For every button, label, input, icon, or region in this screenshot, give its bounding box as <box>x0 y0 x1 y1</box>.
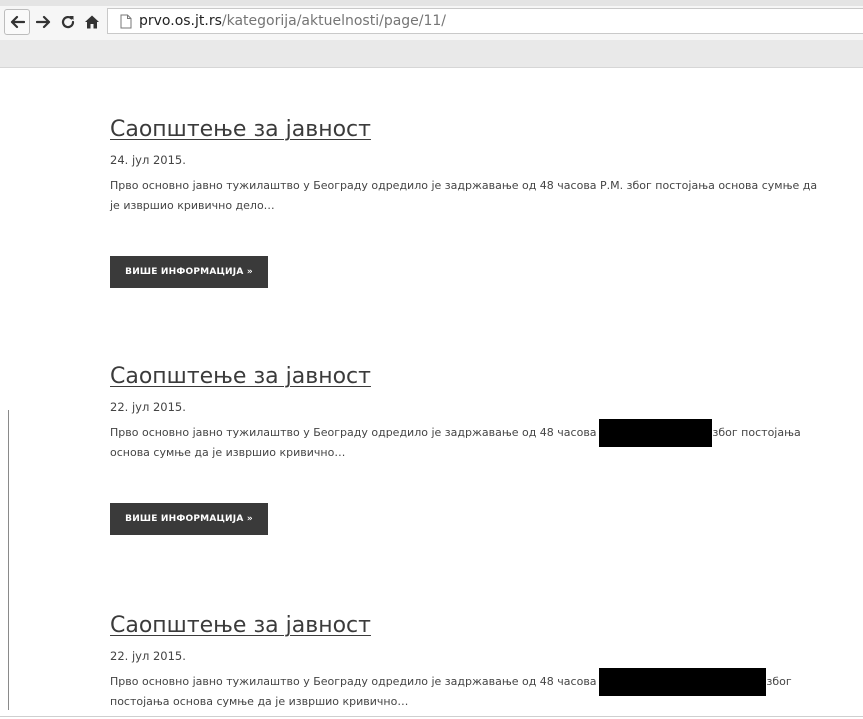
back-button[interactable] <box>4 9 30 35</box>
post-date: 24. јул 2015. <box>110 153 186 167</box>
url-path: /kategorija/aktuelnosti/page/11/ <box>221 13 447 29</box>
post-item: Саопштење за јавност 22. јул 2015. Прво … <box>110 613 863 712</box>
redaction-block <box>598 419 712 447</box>
excerpt-line: Прво основно јавно тужилаштво у Београду… <box>110 179 818 192</box>
browser-chrome: prvo.os.jt.rs/kategorija/aktuelnosti/pag… <box>0 0 863 68</box>
browser-toolbar: prvo.os.jt.rs/kategorija/aktuelnosti/pag… <box>0 6 863 40</box>
excerpt-line: је извршио кривично дело… <box>110 199 275 212</box>
forward-button[interactable] <box>31 9 57 35</box>
excerpt-line: основа сумње да је извршио кривично… <box>110 446 346 459</box>
reload-icon <box>61 15 75 29</box>
excerpt-text: због <box>766 675 792 688</box>
bookmarks-bar <box>0 40 863 68</box>
post-excerpt: Прво основно јавно тужилаштво у Београду… <box>110 419 863 463</box>
excerpt-text: Прво основно јавно тужилаштво у Београду… <box>110 675 597 688</box>
home-icon <box>85 15 99 29</box>
post-date: 22. јул 2015. <box>110 649 186 663</box>
home-button[interactable] <box>79 9 105 35</box>
post-date: 22. јул 2015. <box>110 400 186 414</box>
post-excerpt: Прво основно јавно тужилаштво у Београду… <box>110 668 863 712</box>
redaction-block <box>598 668 766 696</box>
left-divider <box>8 410 9 710</box>
bottom-divider <box>0 716 863 717</box>
address-bar[interactable]: prvo.os.jt.rs/kategorija/aktuelnosti/pag… <box>107 8 863 34</box>
excerpt-text: због постојања <box>712 426 801 439</box>
excerpt-line: Прво основно јавно тужилаштво у Београду… <box>110 419 863 447</box>
forward-arrow-icon <box>36 15 51 29</box>
excerpt-line: Прво основно јавно тужилаштво у Београду… <box>110 668 863 696</box>
post-title[interactable]: Саопштење за јавност <box>110 613 863 639</box>
url-text[interactable]: prvo.os.jt.rs/kategorija/aktuelnosti/pag… <box>139 13 446 29</box>
reload-button[interactable] <box>55 9 81 35</box>
post-item: Саопштење за јавност 22. јул 2015. Прво … <box>110 364 863 463</box>
post-title[interactable]: Саопштење за јавност <box>110 117 863 143</box>
url-host: prvo.os.jt.rs <box>139 13 222 29</box>
post-excerpt: Прво основно јавно тужилаштво у Београду… <box>110 176 863 216</box>
more-info-button[interactable]: ВИШЕ ИНФОРМАЦИЈА » <box>110 256 268 288</box>
post-title[interactable]: Саопштење за јавност <box>110 364 863 390</box>
back-arrow-icon <box>10 15 25 29</box>
post-item: Саопштење за јавност 24. јул 2015. Прво … <box>110 117 863 216</box>
excerpt-text: Прво основно јавно тужилаштво у Београду… <box>110 426 597 439</box>
more-info-button[interactable]: ВИШЕ ИНФОРМАЦИЈА » <box>110 503 268 535</box>
page-icon <box>120 14 132 29</box>
